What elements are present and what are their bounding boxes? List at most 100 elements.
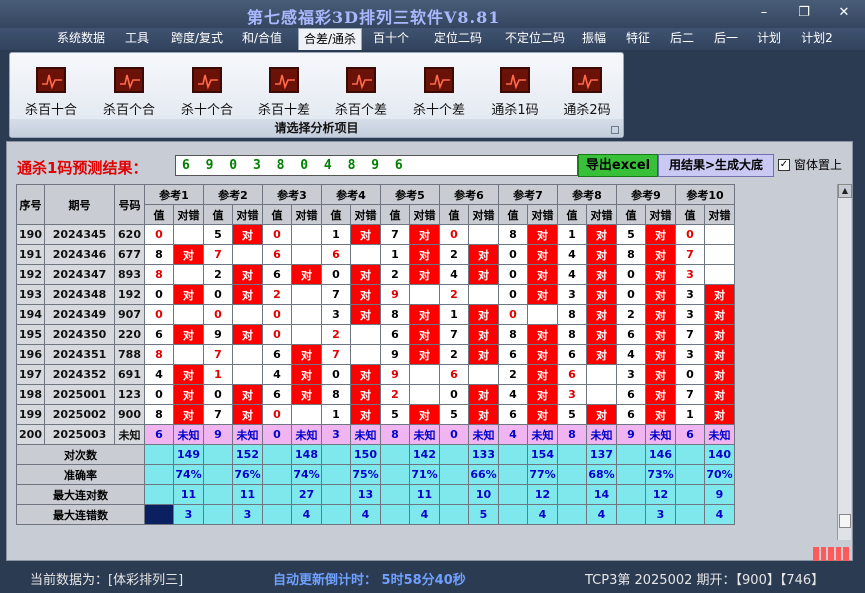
stats-row: 最大连对数 11 11 27 13 11 10 12 14 12 9 [16, 484, 735, 505]
stats-value: 4 [350, 504, 381, 525]
ribbon-button[interactable]: 杀十个差 [403, 63, 475, 119]
menu-item[interactable]: 合差/通杀 [298, 28, 362, 50]
prediction-label: 通杀1码预测结果： [17, 159, 148, 177]
scroll-up-icon[interactable]: ▲ [838, 184, 852, 198]
row-number: 677 [114, 244, 145, 265]
stats-spacer [616, 444, 646, 465]
menu-item[interactable]: 不定位二码 [497, 28, 573, 50]
menu-item[interactable]: 后一 [709, 28, 743, 50]
ribbon-button[interactable]: 杀百十合 [15, 63, 87, 119]
hit-mark: 对 [409, 264, 440, 285]
hit-mark: 对 [350, 224, 381, 245]
table-row[interactable]: 196 2024351 788 8 7 6 对 7 9 对 2 对 6 对 6 对 4 对 3 对 [16, 344, 735, 365]
header-value: 值 [675, 204, 705, 225]
hit-mark: 对 [704, 364, 735, 385]
ribbon-button[interactable]: 杀十个合 [171, 63, 243, 119]
table-row[interactable]: 191 2024346 677 8 对 7 6 6 1 对 2 对 0 对 4 对 8 对 7 [16, 244, 735, 265]
hit-mark: 对 [645, 404, 676, 425]
table-row[interactable]: 197 2024352 691 4 对 1 4 对 0 对 9 6 2 对 6 3 对 0 对 [16, 364, 735, 385]
menu-item[interactable]: 和/合值 [238, 28, 286, 50]
generate-base-button[interactable]: 用结果>生成大底 [658, 154, 774, 177]
miss-mark [291, 244, 322, 265]
stats-label: 最大连对数 [16, 484, 145, 505]
menu-item[interactable]: 计划2 [797, 28, 837, 50]
header-value: 值 [144, 204, 174, 225]
menu-item[interactable]: 特征 [621, 28, 655, 50]
miss-mark [350, 324, 381, 345]
table-row[interactable]: 198 2025001 123 0 对 0 对 6 对 8 对 2 0 对 4 对 3 6 对 7 对 [16, 384, 735, 405]
ref-value: 8 [144, 264, 174, 285]
row-period: 2024346 [44, 244, 115, 265]
chart-icon [572, 67, 602, 93]
minimize-button[interactable]: – [751, 4, 777, 22]
menu-item[interactable]: 百十个 [370, 28, 412, 50]
row-seq: 199 [16, 404, 45, 425]
row-seq: 194 [16, 304, 45, 325]
hit-mark: 对 [173, 284, 204, 305]
ref-value: 4 [144, 364, 174, 385]
stats-value: 150 [350, 444, 381, 465]
ref-value: 0 [439, 384, 469, 405]
table-row[interactable]: 193 2024348 192 0 对 0 对 2 7 对 9 2 0 对 3 对 0 对 3 对 [16, 284, 735, 305]
ref-value: 2 [498, 364, 528, 385]
header-value: 值 [380, 204, 410, 225]
ribbon-expand-icon[interactable] [611, 126, 619, 134]
table-row[interactable]: 194 2024349 907 0 0 0 3 对 8 对 1 对 0 8 对 2 对 3 对 [16, 304, 735, 325]
ribbon-button[interactable]: 杀百个差 [325, 63, 397, 119]
menu-item[interactable]: 跨度/复式 [165, 28, 229, 50]
ref-value: 6 [616, 404, 646, 425]
ref-value: 4 [557, 244, 587, 265]
table-row[interactable]: 190 2024345 620 0 5 对 0 1 对 7 对 0 8 对 1 对 5 对 0 [16, 224, 735, 245]
miss-mark [232, 364, 263, 385]
hit-mark: 对 [232, 264, 263, 285]
table-row[interactable]: 192 2024347 893 8 2 对 6 对 0 对 2 对 4 对 0 对 4 对 0 对 3 [16, 264, 735, 285]
status-indicator [813, 547, 849, 561]
ribbon-button[interactable]: 杀百十差 [248, 63, 320, 119]
vertical-scrollbar[interactable]: ▲ [837, 184, 852, 540]
checkbox-check-icon[interactable]: ✓ [778, 158, 790, 171]
scroll-thumb[interactable] [839, 514, 851, 528]
table-row[interactable]: 199 2025002 900 8 对 7 对 0 1 对 5 对 5 对 6 对 5 对 6 对 1 对 [16, 404, 735, 425]
header-group: 参考9 [616, 184, 676, 205]
stats-spacer [498, 464, 528, 485]
predict-value: 6 [675, 424, 705, 445]
menu-item[interactable]: 定位二码 [428, 28, 488, 50]
menu-item[interactable]: 工具 [120, 28, 154, 50]
ribbon-button[interactable]: 通杀2码 [551, 63, 623, 119]
prediction-row[interactable]: 200 2025003 未知 6 未知 9 未知 0 未知 3 未知 8 未知 0 未知 4 未知 8 未知 9 未知 6… [16, 424, 735, 445]
ribbon-button[interactable]: 通杀1码 [479, 63, 551, 119]
ref-value: 4 [557, 264, 587, 285]
close-button[interactable]: ✕ [831, 4, 857, 22]
ribbon-button-label: 杀百十合 [24, 103, 77, 118]
header-group: 参考10 [675, 184, 735, 205]
hit-mark: 对 [527, 284, 558, 305]
miss-mark [291, 404, 322, 425]
table-row[interactable]: 195 2024350 220 6 对 9 对 0 2 6 对 7 对 8 对 8 对 6 对 7 对 [16, 324, 735, 345]
export-excel-button[interactable]: 导出excel [578, 154, 658, 177]
topmost-checkbox[interactable]: ✓ 窗体置上 [778, 156, 842, 173]
prediction-result-field[interactable]: 6 9 0 3 8 0 4 8 9 6 [175, 155, 578, 176]
row-seq: 196 [16, 344, 45, 365]
menu-item[interactable]: 振幅 [577, 28, 611, 50]
stats-spacer [262, 464, 292, 485]
restore-button[interactable]: ❐ [791, 4, 817, 22]
hit-mark: 对 [704, 344, 735, 365]
miss-mark [468, 364, 499, 385]
stats-value: 3 [173, 504, 204, 525]
countdown-text: 自动更新倒计时： 5时58分40秒 [273, 573, 466, 588]
menu-item[interactable]: 计划 [752, 28, 786, 50]
stats-value: 149 [173, 444, 204, 465]
ref-value: 0 [616, 264, 646, 285]
hit-mark: 对 [350, 364, 381, 385]
menu-item[interactable]: 系统数据 [53, 28, 109, 50]
ribbon-panel: 通杀2码 通杀1码 杀十个差 杀百个差 杀百十差 杀十个合 杀百个合 杀百十合 请选择分析项目 [9, 52, 624, 138]
ref-value: 5 [380, 404, 410, 425]
row-number: 未知 [114, 424, 145, 445]
ref-value: 6 [439, 364, 469, 385]
menu-item[interactable]: 后二 [665, 28, 699, 50]
ribbon-button[interactable]: 杀百个合 [93, 63, 165, 119]
stats-spacer [557, 464, 587, 485]
ref-value: 6 [616, 324, 646, 345]
ref-value: 3 [321, 304, 351, 325]
ref-value: 3 [675, 284, 705, 305]
